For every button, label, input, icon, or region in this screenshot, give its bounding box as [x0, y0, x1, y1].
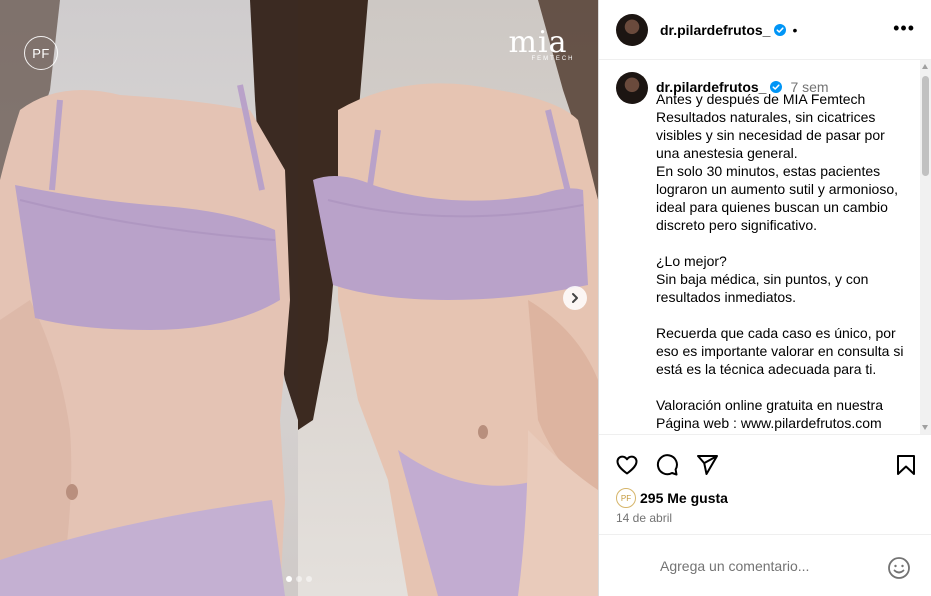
pf-logo: PF: [24, 36, 58, 70]
verified-badge-icon: [774, 23, 787, 36]
carousel-dot: [296, 576, 302, 582]
caption-line: Valoración online gratuita en nuestra Pá…: [656, 397, 884, 431]
before-photo-illustration: [0, 0, 298, 596]
likes-row: PF 295 Me gusta: [616, 488, 728, 508]
more-options-button[interactable]: •••: [893, 18, 915, 39]
likes-count[interactable]: 295 Me gusta: [640, 490, 728, 506]
caption-line: En solo 30 minutos, estas pacientes logr…: [656, 163, 899, 233]
mia-logo-text: mia: [508, 25, 568, 60]
caption-line: Antes y después de MIA Femtech: [656, 91, 866, 107]
liker-avatar[interactable]: PF: [616, 488, 636, 508]
caption-scrollbar[interactable]: [920, 60, 931, 434]
heart-icon[interactable]: [615, 453, 639, 477]
caption-line: [656, 306, 906, 324]
before-photo: PF: [0, 0, 298, 596]
comment-input[interactable]: [660, 557, 880, 574]
carousel-indicator: [286, 576, 312, 582]
header-username[interactable]: dr.pilardefrutos_: [660, 22, 770, 38]
bookmark-icon[interactable]: [894, 453, 918, 477]
caption-line: [656, 378, 906, 396]
caption-line: ¿Lo mejor?: [656, 253, 727, 269]
comment-icon[interactable]: [655, 453, 679, 477]
comment-box: [599, 534, 931, 596]
post-media[interactable]: PF mia FEMTECH: [0, 0, 598, 596]
caption-text: Antes y después de MIA Femtech Resultado…: [656, 90, 906, 432]
caption-area: dr.pilardefrutos_ 7 sem Antes y después …: [599, 60, 921, 434]
post-actions: PF 295 Me gusta 14 de abril: [599, 434, 931, 534]
header-separator: •: [792, 21, 798, 38]
scrollbar-thumb[interactable]: [922, 76, 929, 176]
post-panel: dr.pilardefrutos_ • ••• dr.pilardefrutos…: [598, 0, 931, 596]
after-photo: [298, 0, 598, 596]
carousel-dot-active: [286, 576, 292, 582]
avatar[interactable]: [616, 13, 648, 46]
scroll-down-arrow[interactable]: [922, 425, 928, 430]
action-bar: [615, 453, 918, 477]
caption-line: Resultados naturales, sin cicatrices vis…: [656, 109, 885, 161]
scroll-up-arrow[interactable]: [922, 64, 928, 69]
emoji-icon[interactable]: [887, 556, 911, 580]
after-photo-illustration: [298, 0, 598, 596]
caption-line: Sin baja médica, sin puntos, y con resul…: [656, 271, 869, 305]
caption-line: Recuerda que cada caso es único, por eso…: [656, 325, 904, 377]
post-header: dr.pilardefrutos_ • •••: [599, 0, 931, 60]
next-slide-button[interactable]: [563, 286, 587, 310]
share-icon[interactable]: [695, 453, 719, 477]
caption-avatar[interactable]: [616, 72, 648, 104]
chevron-right-icon: [572, 293, 578, 303]
carousel-dot: [306, 576, 312, 582]
caption-line: [656, 234, 906, 252]
post-date[interactable]: 14 de abril: [616, 511, 672, 525]
mia-femtech-logo: mia FEMTECH: [498, 25, 578, 63]
